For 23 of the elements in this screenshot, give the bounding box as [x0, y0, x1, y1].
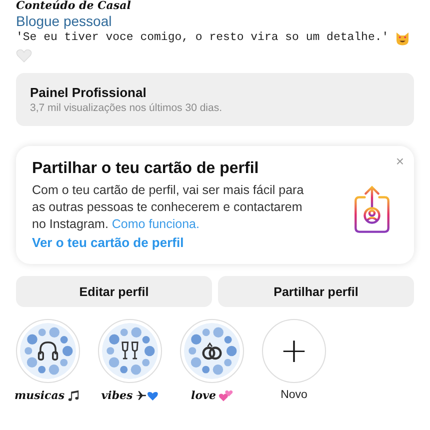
- story-highlight[interactable]: [180, 319, 244, 383]
- plane-and-heart-icon: [134, 389, 159, 402]
- panel-subtitle: 3,7 mil visualizações nos últimos 30 dias.: [30, 102, 224, 114]
- heart-icon: [16, 48, 32, 63]
- highlight-label: vibes: [101, 389, 133, 402]
- profile-card-share-icon: [352, 184, 392, 236]
- highlight-label: Novo: [280, 389, 308, 401]
- cat-face-icon: [394, 30, 410, 46]
- profile-name: Conteúdo de Casal: [16, 0, 131, 12]
- story-highlight[interactable]: [16, 319, 80, 383]
- dashboard-panel[interactable]: Painel Profissional 3,7 mil visualizações nos últimos 30 dias.: [16, 73, 414, 126]
- two-hearts-icon: [218, 389, 233, 402]
- story-highlight[interactable]: [98, 319, 162, 383]
- bio-text: 'Se eu tiver voce comigo, o resto vira so um detalhe.': [16, 30, 389, 46]
- panel-title: Painel Profissional: [30, 85, 148, 100]
- highlight-label: love: [191, 389, 216, 402]
- card-text: Com o teu cartão de perfil, vai ser mais fácil para as outras pessoas te conhecerem e contactarem no Instagram. Como funciona.: [32, 182, 304, 233]
- profile-category: Blogue pessoal: [16, 12, 112, 30]
- card-title: Partilhar o teu cartão de perfil: [32, 160, 260, 178]
- highlight-label: musicas: [14, 389, 65, 402]
- new-highlight-button[interactable]: +: [262, 319, 326, 383]
- profile-button[interactable]: Partilhar perfil: [218, 276, 414, 307]
- profile-button[interactable]: Editar perfil: [16, 276, 212, 307]
